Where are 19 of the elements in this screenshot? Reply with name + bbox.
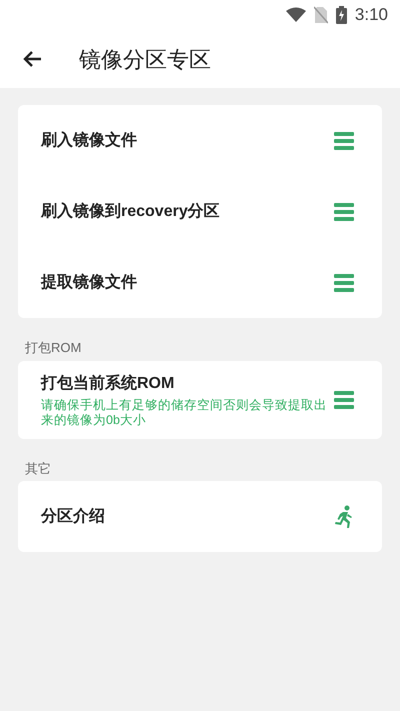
wifi-icon [286, 7, 306, 23]
item-title[interactable]: 分区介绍 [41, 504, 105, 528]
item-title[interactable]: 刷入镜像文件 [41, 128, 137, 152]
no-sim-icon [314, 6, 328, 24]
section-label: 其它 [24, 460, 52, 478]
item-description: 请确保手机上有足够的储存空间否则会导致提取出来的镜像为0b大小 [41, 398, 328, 428]
item-title[interactable]: 提取镜像文件 [41, 270, 137, 294]
running-person-icon[interactable] [334, 504, 354, 528]
menu-icon[interactable] [334, 274, 354, 292]
menu-icon[interactable] [334, 390, 354, 408]
menu-icon[interactable] [334, 132, 354, 150]
back-arrow-icon [22, 50, 42, 68]
menu-icon[interactable] [334, 202, 354, 220]
page-title: 镜像分区专区 [79, 46, 211, 74]
item-title[interactable]: 打包当前系统ROM [41, 372, 331, 396]
section-label: 打包ROM [24, 339, 82, 357]
battery-icon [336, 6, 347, 24]
status-time: 3:10 [354, 4, 388, 26]
item-title[interactable]: 刷入镜像到recovery分区 [41, 200, 220, 224]
